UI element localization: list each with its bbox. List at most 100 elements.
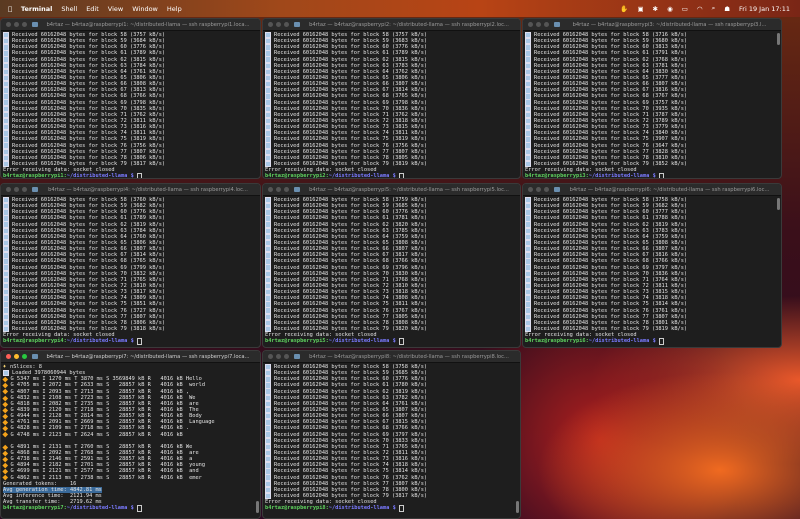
zoom-button[interactable] — [22, 187, 27, 192]
prompt-symbol: $ — [127, 338, 137, 345]
zoom-button[interactable] — [284, 354, 289, 359]
title-bar[interactable]: b4rtaz — b4rtaz@raspberrypi1: ~/distribu… — [1, 19, 260, 31]
zoom-button[interactable] — [22, 22, 27, 27]
title-bar[interactable]: b4rtaz — b4rtaz@raspberrypi3: ~/distribu… — [523, 19, 781, 31]
minimize-button[interactable] — [276, 354, 281, 359]
terminal-output[interactable]: Received 60162048 bytes for block 58 (37… — [523, 196, 781, 345]
window-controls — [1, 187, 27, 192]
menu-window[interactable]: Window — [132, 5, 158, 13]
close-button[interactable] — [528, 22, 533, 27]
folder-icon — [554, 22, 560, 27]
minimize-button[interactable] — [536, 187, 541, 192]
menu-edit[interactable]: Edit — [86, 5, 99, 13]
menu-terminal[interactable]: Terminal — [21, 5, 52, 13]
cursor — [398, 172, 404, 178]
terminal-output[interactable]: Received 60162048 bytes for block 58 (37… — [263, 31, 520, 179]
window-title: b4rtaz — b4rtaz@raspberrypi8: ~/distribu… — [309, 353, 509, 360]
close-button[interactable] — [6, 354, 11, 359]
title-bar[interactable]: b4rtaz — b4rtaz@raspberrypi8: ~/distribu… — [263, 351, 520, 363]
zoom-button[interactable] — [284, 22, 289, 27]
terminal-output[interactable]: Received 60162048 bytes for block 58 (37… — [1, 31, 260, 179]
zoom-button[interactable] — [544, 187, 549, 192]
folder-icon — [32, 354, 38, 359]
clipboard-icon[interactable]: ▣ — [637, 5, 643, 13]
zoom-button[interactable] — [22, 354, 27, 359]
token-icon — [2, 450, 8, 456]
window-title: b4rtaz — b4rtaz@raspberrypi6: ~/distribu… — [569, 186, 770, 193]
window-controls — [523, 22, 549, 27]
scrollbar[interactable] — [516, 501, 519, 513]
prompt-path: ~/distributed-llama — [66, 173, 128, 179]
search-icon[interactable]: ⌕ — [712, 4, 716, 13]
folder-icon — [32, 22, 38, 27]
window-title: b4rtaz — b4rtaz@raspberrypi7: ~/distribu… — [46, 353, 250, 360]
clock[interactable]: Fri 19 Jan 17:11 — [739, 5, 790, 13]
minimize-button[interactable] — [14, 22, 19, 27]
title-bar[interactable]: b4rtaz — b4rtaz@raspberrypi4: ~/distribu… — [1, 184, 260, 196]
prompt-user-host: b4rtaz@raspberrypi8: — [265, 505, 329, 512]
token-icon — [2, 401, 8, 407]
token-icon — [2, 468, 8, 474]
prompt-path: ~/distributed-llama — [328, 173, 390, 179]
close-button[interactable] — [6, 187, 11, 192]
gear-icon[interactable]: ✱ — [653, 5, 658, 13]
token-icon — [2, 419, 8, 425]
menu-help[interactable]: Help — [167, 5, 182, 13]
minimize-button[interactable] — [276, 22, 281, 27]
title-bar[interactable]: b4rtaz — b4rtaz@raspberrypi6: ~/distribu… — [523, 184, 781, 196]
prompt-user-host: b4rtaz@raspberrypi6: — [525, 338, 589, 345]
zoom-button[interactable] — [284, 187, 289, 192]
minimize-button[interactable] — [14, 354, 19, 359]
token-icon — [2, 389, 8, 395]
minimize-button[interactable] — [536, 22, 541, 27]
prompt-line[interactable]: b4rtaz@raspberrypi4: ~/distributed-llama … — [3, 337, 258, 345]
battery-icon[interactable]: ▭ — [682, 5, 688, 13]
prompt-line[interactable]: b4rtaz@raspberrypi1: ~/distributed-llama … — [3, 172, 258, 179]
terminal-window-raspberrypi3[interactable]: b4rtaz — b4rtaz@raspberrypi3: ~/distribu… — [522, 18, 782, 179]
terminal-output[interactable]: Received 60162048 bytes for block 58 (37… — [263, 196, 520, 345]
menu-view[interactable]: View — [108, 5, 123, 13]
terminal-window-raspberrypi8[interactable]: b4rtaz — b4rtaz@raspberrypi8: ~/distribu… — [262, 350, 521, 519]
terminal-window-raspberrypi1[interactable]: b4rtaz — b4rtaz@raspberrypi1: ~/distribu… — [0, 18, 261, 179]
prompt-line[interactable]: b4rtaz@raspberrypi6: ~/distributed-llama … — [525, 337, 779, 345]
pin-icon: ♦ — [3, 363, 7, 370]
close-button[interactable] — [6, 22, 11, 27]
cursor — [398, 337, 404, 345]
scrollbar[interactable] — [777, 198, 780, 210]
close-button[interactable] — [268, 354, 273, 359]
cursor — [136, 504, 142, 512]
terminal-window-raspberrypi7[interactable]: b4rtaz — b4rtaz@raspberrypi7: ~/distribu… — [0, 350, 261, 519]
prompt-line[interactable]: b4rtaz@raspberrypi2: ~/distributed-llama … — [265, 172, 518, 179]
close-button[interactable] — [268, 22, 273, 27]
terminal-output[interactable]: Received 60162048 bytes for block 58 (37… — [263, 363, 520, 512]
terminal-output[interactable]: Received 60162048 bytes for block 58 (37… — [523, 31, 781, 178]
terminal-window-raspberrypi2[interactable]: b4rtaz — b4rtaz@raspberrypi2: ~/distribu… — [262, 18, 521, 179]
play-icon[interactable]: ◉ — [667, 5, 673, 13]
close-button[interactable] — [268, 187, 273, 192]
cursor — [658, 337, 664, 345]
terminal-output[interactable]: Received 60162048 bytes for block 58 (37… — [1, 196, 260, 345]
terminal-window-raspberrypi4[interactable]: b4rtaz — b4rtaz@raspberrypi4: ~/distribu… — [0, 183, 261, 348]
prompt-line[interactable]: b4rtaz@raspberrypi8: ~/distributed-llama … — [265, 504, 518, 512]
close-button[interactable] — [528, 187, 533, 192]
title-bar[interactable]: b4rtaz — b4rtaz@raspberrypi5: ~/distribu… — [263, 184, 520, 196]
apple-icon[interactable]:  — [8, 5, 12, 13]
scrollbar[interactable] — [256, 501, 259, 513]
prompt-line[interactable]: b4rtaz@raspberrypi3: ~/distributed-llama … — [525, 172, 779, 178]
prompt-line[interactable]: b4rtaz@raspberrypi5: ~/distributed-llama … — [265, 337, 518, 345]
hand-icon[interactable]: ✋ — [620, 5, 628, 13]
user-icon[interactable]: ☗ — [724, 5, 730, 13]
terminal-window-raspberrypi6[interactable]: b4rtaz — b4rtaz@raspberrypi6: ~/distribu… — [522, 183, 782, 348]
title-bar[interactable]: b4rtaz — b4rtaz@raspberrypi7: ~/distribu… — [1, 351, 260, 363]
minimize-button[interactable] — [14, 187, 19, 192]
prompt-line[interactable]: b4rtaz@raspberrypi7: ~/distributed-llama … — [3, 504, 258, 512]
scrollbar[interactable] — [777, 33, 780, 45]
menu-shell[interactable]: Shell — [61, 5, 77, 13]
cursor — [658, 172, 664, 178]
terminal-window-raspberrypi5[interactable]: b4rtaz — b4rtaz@raspberrypi5: ~/distribu… — [262, 183, 521, 348]
terminal-output[interactable]: ♦ nSlices: 8 Loaded 3978060944 bytes G 5347… — [1, 363, 260, 512]
wifi-icon[interactable]: ◠ — [697, 5, 703, 13]
minimize-button[interactable] — [276, 187, 281, 192]
zoom-button[interactable] — [544, 22, 549, 27]
title-bar[interactable]: b4rtaz — b4rtaz@raspberrypi2: ~/distribu… — [263, 19, 520, 31]
